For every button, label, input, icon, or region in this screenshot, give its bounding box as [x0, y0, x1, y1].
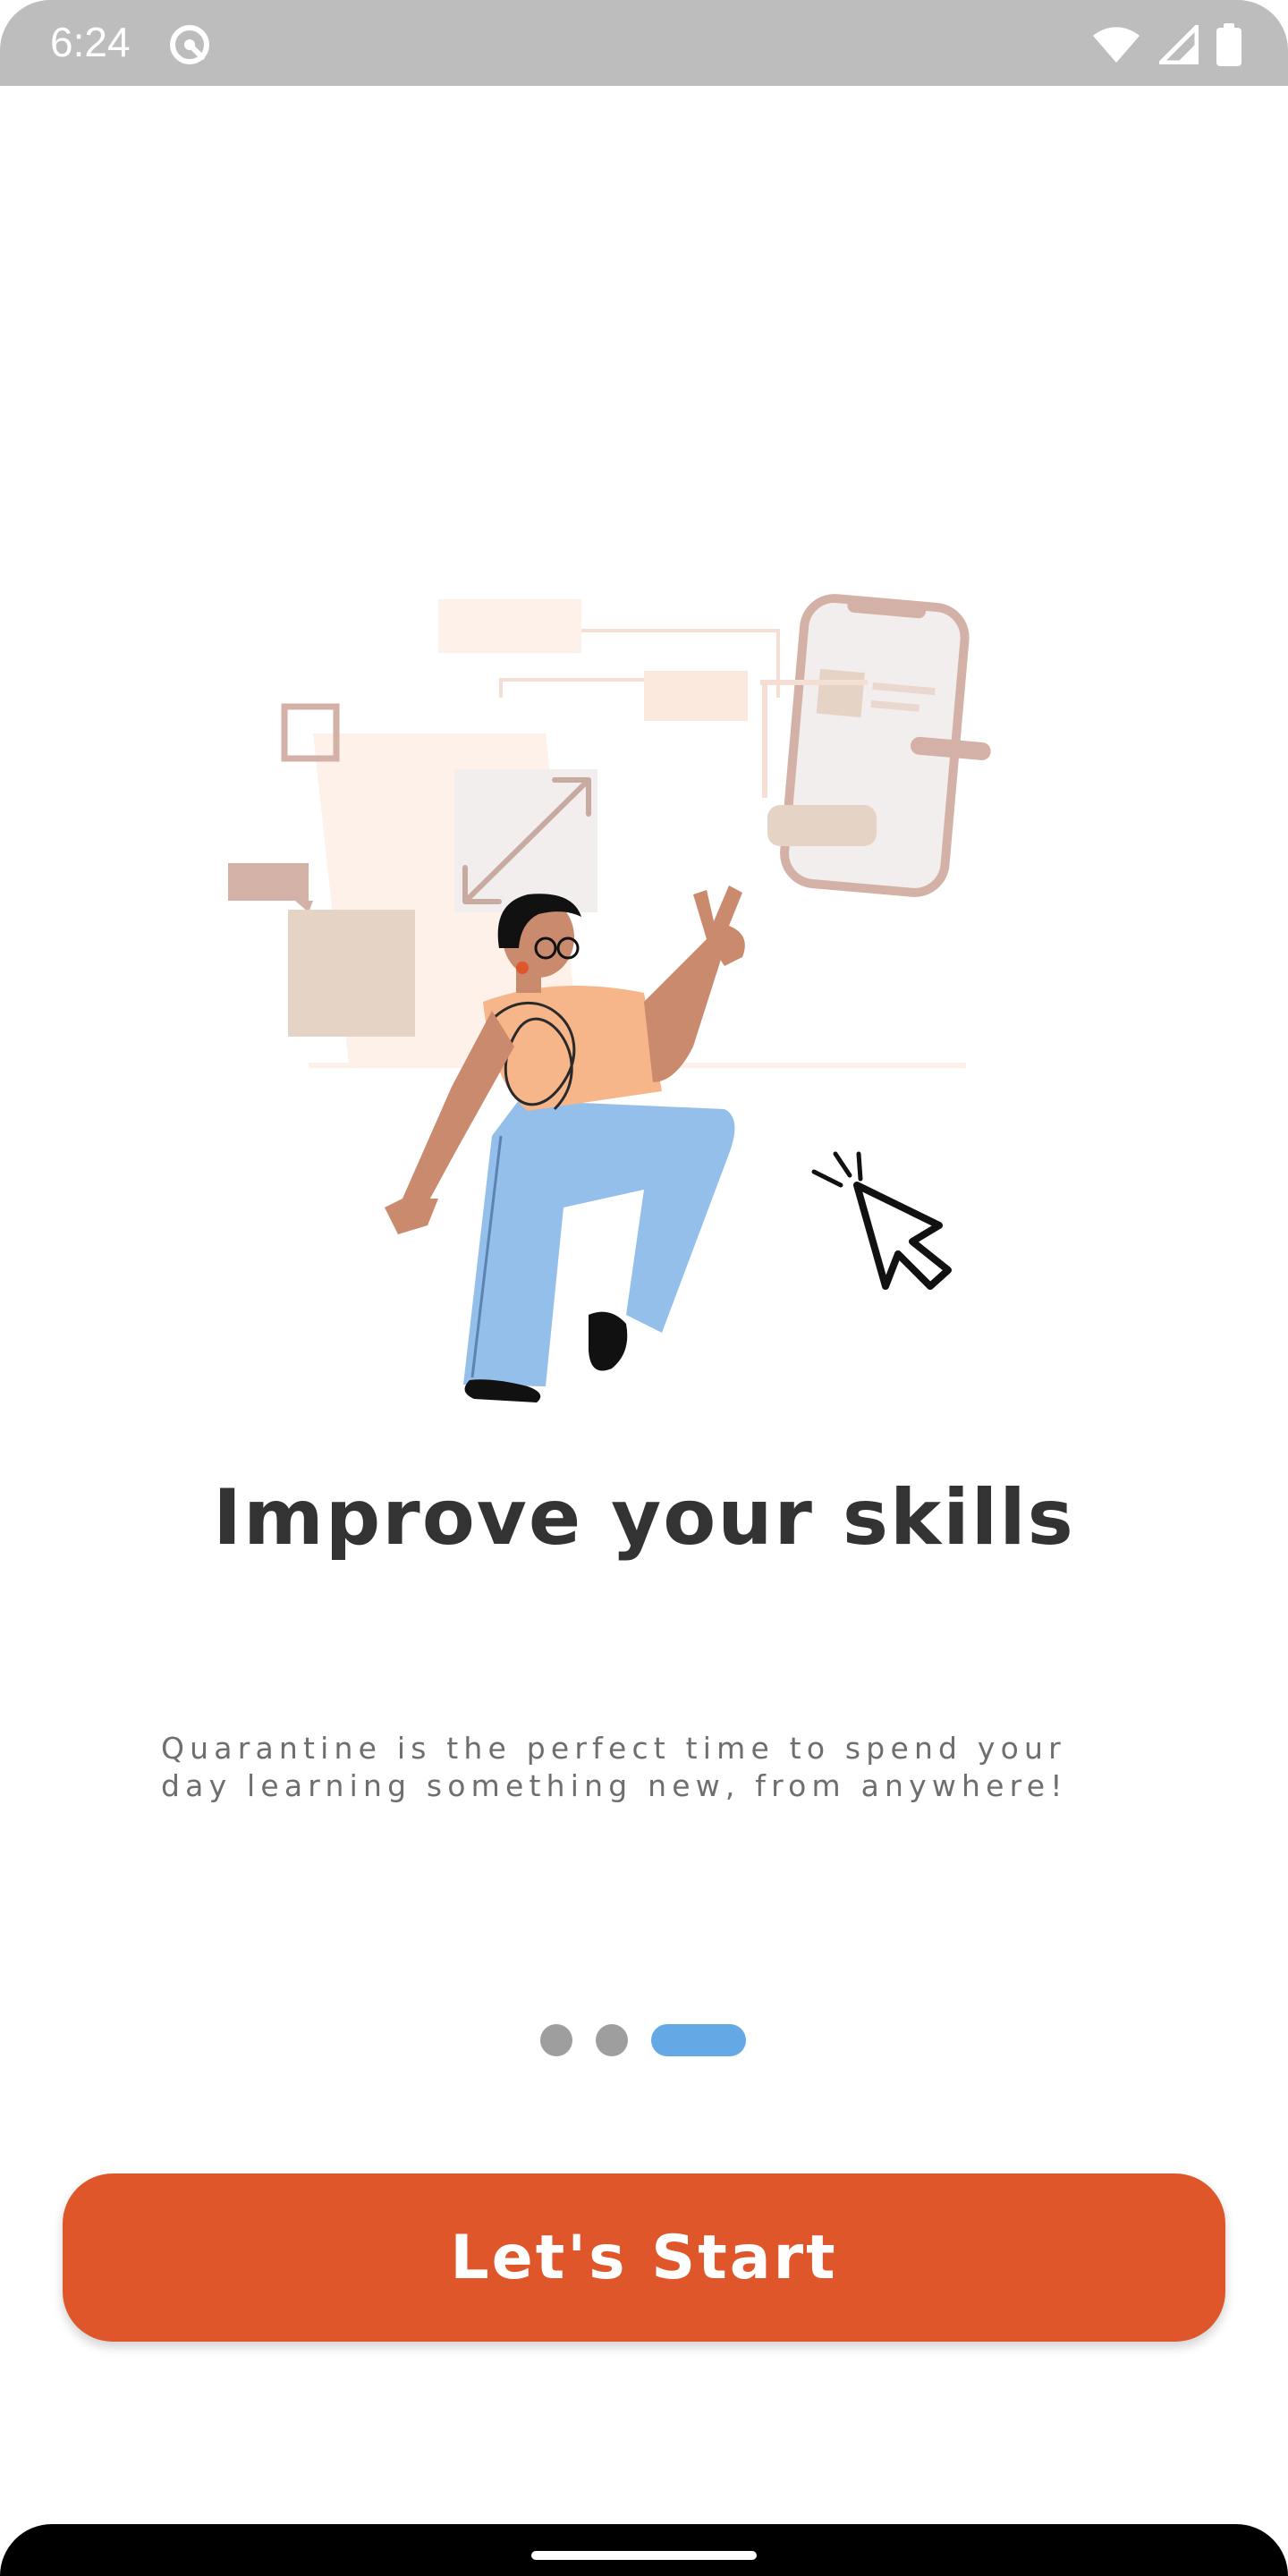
- page-dot-3-active[interactable]: [651, 2024, 746, 2056]
- app-notification-icon: [170, 25, 209, 64]
- status-time: 6:24: [50, 19, 131, 65]
- page-dot-1[interactable]: [540, 2024, 572, 2056]
- navigation-bar: [0, 2524, 1288, 2576]
- battery-icon: [1216, 23, 1241, 66]
- cellular-signal-icon: [1159, 25, 1199, 64]
- page-indicator: [540, 2024, 746, 2056]
- onboarding-description: Quarantine is the perfect time to spend …: [161, 1731, 1068, 1803]
- status-bar: 6:24: [0, 0, 1288, 86]
- page-dot-2[interactable]: [596, 2024, 628, 2056]
- home-gesture-handle[interactable]: [531, 2551, 757, 2560]
- lets-start-button[interactable]: Let's Start: [63, 2174, 1225, 2342]
- wifi-icon: [1093, 27, 1140, 63]
- status-icons: [1091, 20, 1241, 70]
- onboarding-title: Improve your skills: [213, 1473, 1075, 1563]
- person-clicking-illustration: [228, 594, 991, 1402]
